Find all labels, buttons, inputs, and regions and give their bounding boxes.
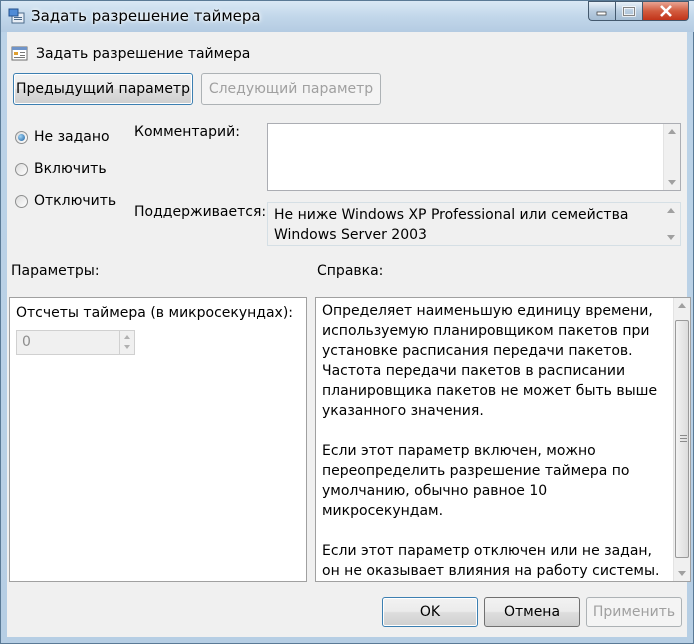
scroll-down-icon[interactable] [678,571,686,576]
policy-app-icon [8,8,25,24]
maximize-icon [622,5,636,17]
apply-button[interactable]: Применить [586,597,682,627]
scroll-down-icon[interactable] [668,180,676,185]
cancel-label: Отмена [503,604,561,620]
ok-label: OK [419,604,441,620]
radio-button[interactable] [15,162,28,176]
title-bar[interactable]: Задать разрешение таймера [1,1,694,32]
radio-not-configured[interactable]: Не задано [15,129,110,145]
next-setting-label: Следующий параметр [208,81,374,97]
supported-label: Поддерживается: [134,204,267,220]
timer-field-label: Отсчеты таймера (в микросекундах): [16,305,293,321]
dialog-window: Задать разрешение таймера Задать разреше… [0,0,694,644]
spin-up-icon[interactable] [120,331,134,342]
comment-label: Комментарий: [134,124,240,140]
apply-label: Применить [592,604,676,620]
timer-resolution-value: 0 [22,334,31,350]
radio-label: Включить [34,161,107,177]
dialog-heading: Задать разрешение таймера [36,45,251,62]
dialog-header: Задать разрешение таймера [11,45,250,62]
supported-scrollbar[interactable] [663,203,680,245]
radio-button[interactable] [15,194,28,208]
close-button[interactable] [642,1,689,21]
timer-resolution-spinbox[interactable]: 0 [16,330,135,355]
radio-label: Не задано [34,129,110,145]
options-label: Параметры: [11,263,100,279]
scroll-down-icon[interactable] [667,235,675,240]
previous-setting-button[interactable]: Предыдущий параметр [13,73,193,105]
scroll-up-icon[interactable] [668,129,676,134]
options-panel: Отсчеты таймера (в микросекундах): 0 [9,297,307,582]
help-panel: Определяет наименьшую единицу времени, и… [315,297,691,582]
window-title: Задать разрешение таймера [31,7,261,25]
help-label: Справка: [317,263,384,279]
maximize-button[interactable] [615,1,642,21]
previous-setting-label: Предыдущий параметр [16,81,190,97]
scroll-thumb[interactable] [675,320,689,558]
radio-disabled[interactable]: Отключить [15,193,116,209]
supported-field: Не ниже Windows XP Professional или семе… [267,202,681,246]
radio-label: Отключить [34,193,117,209]
comment-textarea[interactable] [267,123,681,191]
next-setting-button[interactable]: Следующий параметр [201,73,381,105]
dialog-client: Задать разрешение таймера Предыдущий пар… [7,32,691,637]
ok-button[interactable]: OK [382,597,478,627]
scroll-up-icon[interactable] [667,208,675,213]
minimize-icon [596,11,607,16]
scroll-up-icon[interactable] [678,303,686,308]
spin-down-icon[interactable] [120,342,134,353]
supported-value: Не ниже Windows XP Professional или семе… [274,207,629,243]
help-text: Определяет наименьшую единицу времени, и… [322,303,660,579]
cancel-button[interactable]: Отмена [484,597,580,627]
radio-button-selected[interactable] [15,130,28,144]
spin-buttons [119,331,134,354]
minimize-button[interactable] [588,1,615,21]
comment-scrollbar[interactable] [663,124,680,190]
help-scrollbar[interactable] [673,298,690,581]
radio-enabled[interactable]: Включить [15,161,107,177]
policy-setting-icon [11,46,28,61]
caption-buttons [588,1,689,21]
close-icon [659,5,672,17]
